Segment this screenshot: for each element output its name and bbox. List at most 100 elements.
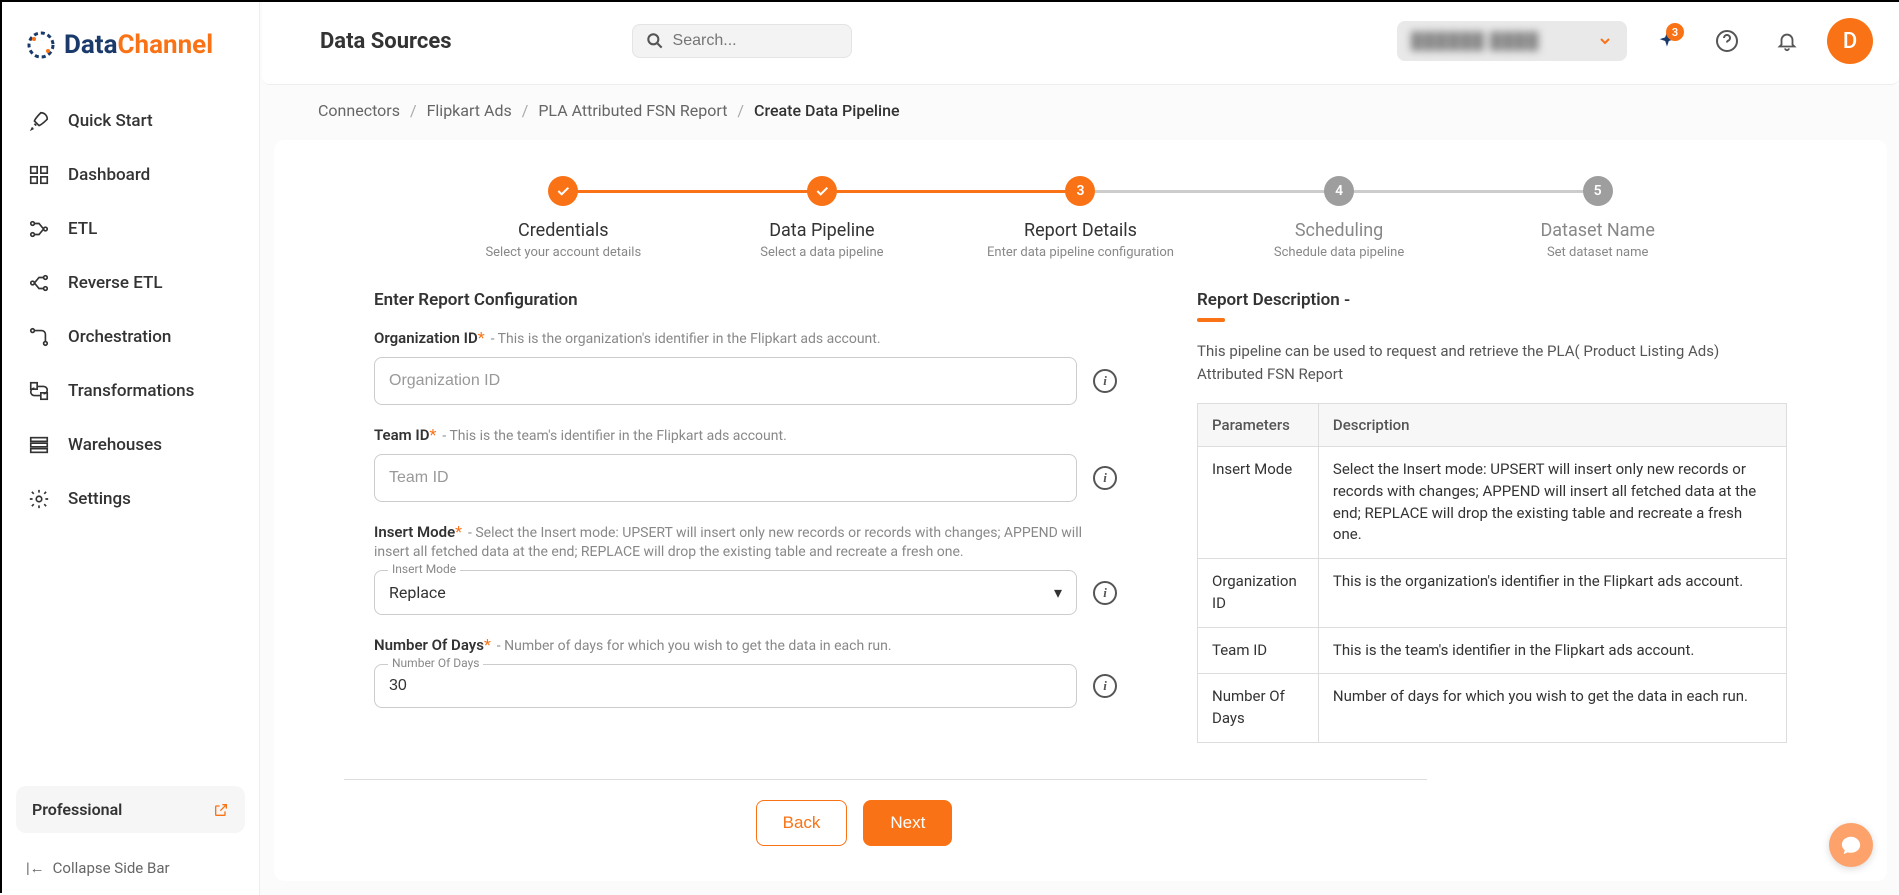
- logo-text-1: Data: [64, 30, 118, 60]
- breadcrumb: Connectors/ Flipkart Ads/ PLA Attributed…: [260, 85, 1899, 130]
- days-input[interactable]: [374, 664, 1077, 708]
- step-title: Data Pipeline: [769, 220, 874, 241]
- nav-menu: Quick Start Dashboard ETL Reverse ETL Or…: [2, 84, 259, 772]
- next-button[interactable]: Next: [863, 800, 952, 846]
- cell-desc: Select the Insert mode: UPSERT will inse…: [1318, 447, 1786, 559]
- route-icon: [28, 326, 50, 348]
- nav-label: ETL: [68, 219, 97, 239]
- crumb-current: Create Data Pipeline: [754, 101, 900, 120]
- crumb-connectors[interactable]: Connectors: [318, 101, 400, 120]
- sparkle-button[interactable]: 3: [1647, 21, 1687, 61]
- help-icon: [1715, 29, 1739, 53]
- collapse-sidebar[interactable]: |← Collapse Side Bar: [2, 847, 259, 895]
- nav-label: Orchestration: [68, 327, 171, 347]
- crumb-report[interactable]: PLA Attributed FSN Report: [538, 101, 727, 120]
- team-hint: - This is the team's identifier in the F…: [442, 428, 786, 444]
- user-avatar[interactable]: D: [1827, 18, 1873, 64]
- nav-dashboard[interactable]: Dashboard: [2, 148, 259, 202]
- cell-desc: This is the organization's identifier in…: [1318, 559, 1786, 628]
- nav-warehouses[interactable]: Warehouses: [2, 418, 259, 472]
- logo-text-2: Channel: [118, 30, 214, 60]
- search-box[interactable]: [632, 24, 852, 58]
- mode-value: Replace: [389, 583, 446, 602]
- step-report-details[interactable]: 3 Report Details Enter data pipeline con…: [951, 176, 1210, 260]
- flow-icon: [28, 218, 50, 240]
- step-scheduling[interactable]: 4 Scheduling Schedule data pipeline: [1210, 176, 1469, 260]
- mode-float-label: Insert Mode: [388, 562, 460, 576]
- external-link-icon: [213, 802, 229, 818]
- nav-label: Transformations: [68, 381, 194, 401]
- step-circle: 3: [1065, 176, 1095, 206]
- table-row: Insert ModeSelect the Insert mode: UPSER…: [1198, 447, 1787, 559]
- rocket-icon: [28, 110, 50, 132]
- main-area: Data Sources ██████ ████ 3 D: [260, 2, 1899, 895]
- mode-hint: - Select the Insert mode: UPSERT will in…: [374, 525, 1082, 560]
- cell-param: Team ID: [1198, 627, 1319, 674]
- team-input[interactable]: [374, 454, 1077, 502]
- desc-text: This pipeline can be used to request and…: [1197, 340, 1787, 385]
- collapse-label: Collapse Side Bar: [53, 859, 170, 877]
- collapse-icon: |←: [26, 859, 45, 877]
- step-sub: Set dataset name: [1547, 245, 1648, 260]
- step-title: Scheduling: [1295, 220, 1383, 241]
- plan-badge[interactable]: Professional: [16, 786, 245, 833]
- caret-down-icon: ▾: [1054, 583, 1062, 602]
- step-circle: [548, 176, 578, 206]
- info-icon[interactable]: i: [1093, 369, 1117, 393]
- chat-fab[interactable]: [1829, 823, 1873, 867]
- gear-icon: [28, 488, 50, 510]
- workspace-name: ██████ ████: [1411, 31, 1539, 51]
- grid-icon: [28, 164, 50, 186]
- cell-param: Number Of Days: [1198, 674, 1319, 743]
- info-icon[interactable]: i: [1093, 581, 1117, 605]
- nav-reverse-etl[interactable]: Reverse ETL: [2, 256, 259, 310]
- bell-button[interactable]: [1767, 21, 1807, 61]
- bell-icon: [1776, 30, 1798, 52]
- search-input[interactable]: [673, 32, 880, 50]
- desc-title: Report Description -: [1197, 290, 1787, 310]
- nav-settings[interactable]: Settings: [2, 472, 259, 526]
- workspace-selector[interactable]: ██████ ████: [1397, 21, 1627, 61]
- th-param: Parameters: [1198, 404, 1319, 447]
- nav-etl[interactable]: ETL: [2, 202, 259, 256]
- transform-icon: [28, 380, 50, 402]
- nav-label: Dashboard: [68, 165, 150, 185]
- help-button[interactable]: [1707, 21, 1747, 61]
- description-column: Report Description - This pipeline can b…: [1197, 290, 1787, 743]
- back-button[interactable]: Back: [756, 800, 848, 846]
- button-row: Back Next: [374, 800, 1334, 856]
- step-sub: Select a data pipeline: [760, 245, 883, 260]
- search-icon: [645, 31, 665, 51]
- content-card: Credentials Select your account details …: [274, 140, 1887, 881]
- nav-label: Warehouses: [68, 435, 162, 455]
- step-circle: 5: [1583, 176, 1613, 206]
- chat-icon: [1840, 834, 1862, 856]
- step-circle: 4: [1324, 176, 1354, 206]
- info-icon[interactable]: i: [1093, 674, 1117, 698]
- nav-transformations[interactable]: Transformations: [2, 364, 259, 418]
- days-float-label: Number Of Days: [388, 656, 483, 670]
- avatar-initial: D: [1843, 29, 1857, 54]
- form-section-title: Enter Report Configuration: [374, 290, 1117, 310]
- team-label: Team ID: [374, 426, 430, 444]
- info-icon[interactable]: i: [1093, 466, 1117, 490]
- nav-orchestration[interactable]: Orchestration: [2, 310, 259, 364]
- step-dataset-name[interactable]: 5 Dataset Name Set dataset name: [1468, 176, 1727, 260]
- mode-select[interactable]: Replace ▾: [374, 570, 1077, 615]
- th-desc: Description: [1318, 404, 1786, 447]
- crumb-flipkart[interactable]: Flipkart Ads: [427, 101, 512, 120]
- table-row: Number Of DaysNumber of days for which y…: [1198, 674, 1787, 743]
- desc-underline: [1197, 318, 1225, 322]
- step-title: Dataset Name: [1540, 220, 1654, 241]
- topbar: Data Sources ██████ ████ 3 D: [262, 2, 1899, 85]
- step-circle: [807, 176, 837, 206]
- brand-logo[interactable]: DataChannel: [2, 20, 259, 84]
- logo-icon: [26, 30, 56, 60]
- step-pipeline[interactable]: Data Pipeline Select a data pipeline: [693, 176, 952, 260]
- org-input[interactable]: [374, 357, 1077, 405]
- step-credentials[interactable]: Credentials Select your account details: [434, 176, 693, 260]
- database-icon: [28, 434, 50, 456]
- page-title: Data Sources: [320, 29, 452, 54]
- nav-label: Quick Start: [68, 111, 153, 131]
- nav-quick-start[interactable]: Quick Start: [2, 94, 259, 148]
